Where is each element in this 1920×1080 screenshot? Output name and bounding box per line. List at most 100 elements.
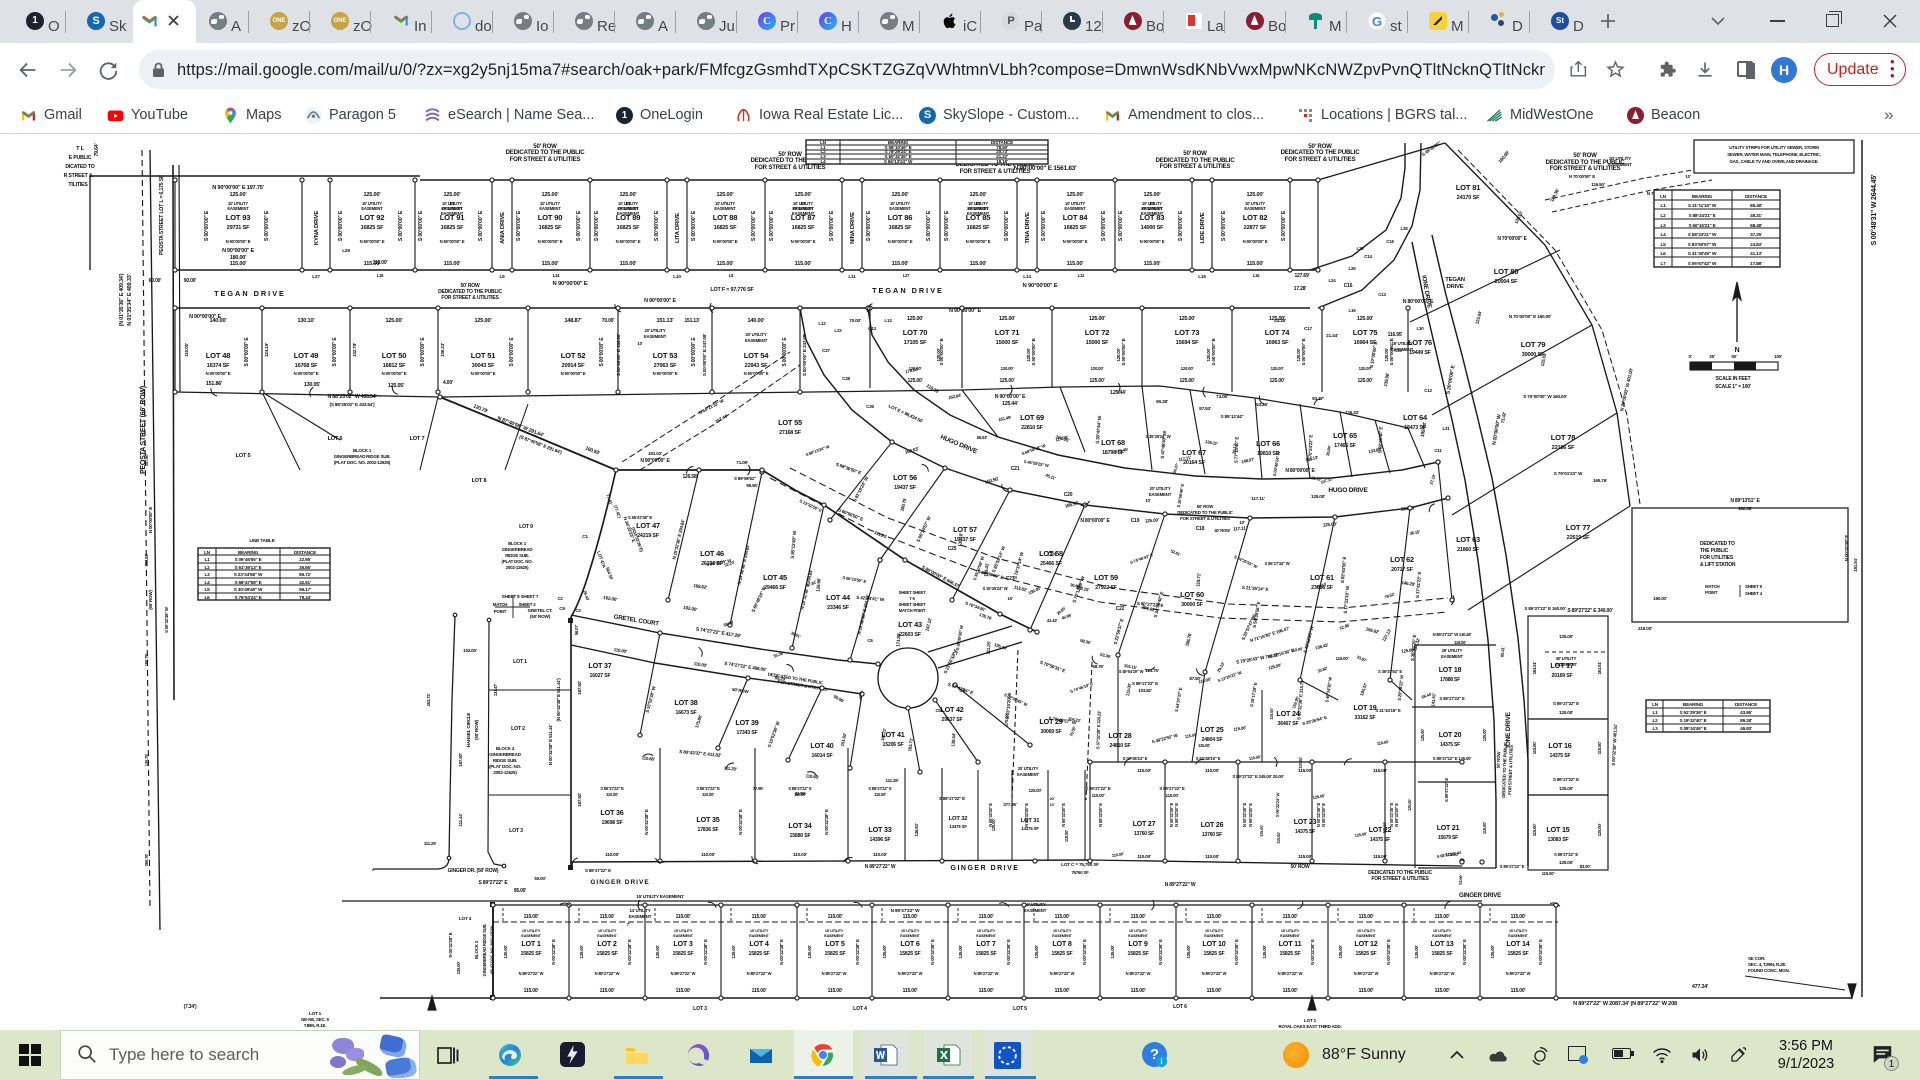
svg-text:LOT 72: LOT 72 — [1085, 328, 1110, 337]
svg-text:S 00°00'00" E: S 00°00'00" E — [1121, 338, 1126, 365]
svg-text:L5: L5 — [1660, 242, 1666, 247]
svg-text:EASEMENT: EASEMENT — [1356, 934, 1376, 938]
svg-text:BEARING: BEARING — [1683, 702, 1704, 707]
svg-text:LOT 33: LOT 33 — [868, 825, 891, 834]
svg-text:115.00': 115.00' — [1298, 854, 1312, 859]
svg-text:LOT 60: LOT 60 — [1180, 590, 1204, 599]
svg-text:S 17°41'23" E: S 17°41'23" E — [1415, 571, 1422, 598]
svg-text:LOT 88: LOT 88 — [713, 213, 738, 222]
svg-text:S 23°34'58" W: S 23°34'58" W — [234, 572, 263, 577]
svg-text:14375 SF: 14375 SF — [1295, 829, 1315, 835]
svg-text:115.00': 115.00' — [1283, 988, 1298, 994]
svg-text:60.41': 60.41' — [1500, 646, 1506, 657]
svg-text:111.25': 111.25' — [985, 641, 991, 655]
svg-text:L5: L5 — [204, 587, 210, 592]
svg-text:27922 SF: 27922 SF — [1095, 585, 1118, 591]
svg-text:110.00': 110.00' — [1166, 793, 1179, 798]
svg-text:180.00': 180.00' — [230, 255, 246, 261]
svg-text:DEDICATED TO THE PUBLIC: DEDICATED TO THE PUBLIC — [1177, 510, 1234, 515]
svg-text:S 89°27'22" E: S 89°27'22" E — [600, 786, 624, 791]
svg-text:SCALE IN FEET: SCALE IN FEET — [1716, 376, 1751, 382]
svg-text:(PLAT DOC. NO. 2002-12625): (PLAT DOC. NO. 2002-12625) — [489, 925, 494, 974]
svg-text:129.22': 129.22' — [1205, 439, 1218, 446]
svg-text:0': 0' — [1688, 354, 1691, 359]
svg-text:125.00': 125.00' — [474, 318, 492, 324]
svg-text:N 90°00'00" E: N 90°00'00" E — [294, 371, 319, 376]
svg-text:S 00°00'00" E: S 00°00'00" E — [866, 210, 872, 241]
svg-text:43.95': 43.95' — [1740, 710, 1752, 715]
svg-text:C2: C2 — [557, 596, 563, 601]
svg-text:10': 10' — [1146, 498, 1151, 503]
svg-text:115.00': 115.00' — [1597, 742, 1602, 755]
svg-text:L3: L3 — [1652, 726, 1658, 731]
svg-text:S 00°00'00" E: S 00°00'00" E — [769, 210, 775, 241]
svg-text:S 89°27'22" E 160.00': S 89°27'22" E 160.00' — [1524, 606, 1565, 611]
svg-text:N 80°00'00" E: N 80°00'00" E — [1080, 518, 1110, 524]
svg-text:LOT 2: LOT 2 — [597, 939, 617, 948]
svg-text:14396 SF: 14396 SF — [870, 837, 891, 843]
svg-text:LIDE DRIVE: LIDE DRIVE — [1200, 212, 1206, 243]
svg-text:15' UTILITY: 15' UTILITY — [1357, 929, 1376, 933]
svg-text:377.95': 377.95' — [1003, 802, 1017, 807]
svg-text:33.82': 33.82' — [1317, 665, 1329, 673]
svg-text:15825 SF: 15825 SF — [1432, 951, 1453, 957]
svg-text:LOT 82: LOT 82 — [1243, 213, 1268, 222]
svg-text:EASEMENT: EASEMENT — [644, 334, 667, 339]
svg-text:C25: C25 — [948, 546, 957, 552]
svg-text:C19: C19 — [1131, 518, 1140, 524]
svg-text:33162 SF: 33162 SF — [1355, 715, 1376, 721]
svg-text:110.00': 110.00' — [1111, 851, 1124, 858]
svg-text:S 70°34'45": S 70°34'45" — [965, 601, 987, 613]
svg-text:10': 10' — [1685, 174, 1690, 179]
svg-text:LOT 2: LOT 2 — [511, 726, 525, 732]
svg-text:93.37': 93.37' — [1312, 396, 1324, 401]
svg-text:S 85°12'44": S 85°12'44" — [1220, 414, 1243, 419]
svg-text:123.64': 123.64' — [1474, 310, 1482, 324]
svg-text:GINGERBREAD RIDGE SUB.: GINGERBREAD RIDGE SUB. — [334, 454, 391, 459]
svg-text:89.28': 89.28' — [1740, 718, 1752, 723]
svg-text:45.95': 45.95' — [1061, 612, 1073, 620]
svg-text:15825 SF: 15825 SF — [749, 951, 770, 957]
svg-text:EASEMENT: EASEMENT — [1024, 908, 1047, 913]
svg-text:N 89°27'22" W: N 89°27'22" W — [1202, 971, 1227, 976]
svg-text:S 00°00'00" E: S 00°00'00" E — [751, 210, 757, 241]
svg-text:175.80': 175.80' — [694, 714, 703, 728]
svg-text:S 00°00'00" E: S 00°00'00" E — [418, 210, 424, 241]
svg-text:HUGO DRIVE: HUGO DRIVE — [939, 434, 979, 456]
svg-text:26.44': 26.44' — [582, 590, 590, 602]
svg-text:LOT F = 97,776 SF: LOT F = 97,776 SF — [710, 287, 754, 293]
svg-text:DICATED TO: DICATED TO — [65, 164, 94, 170]
svg-text:LOT 79: LOT 79 — [1521, 340, 1546, 349]
svg-text:17465 SF: 17465 SF — [1334, 443, 1357, 449]
svg-text:(N 01°35'36" E 409.34'): (N 01°35'36" E 409.34') — [119, 273, 125, 326]
svg-text:111.44': 111.44' — [458, 813, 463, 826]
svg-text:L3: L3 — [204, 572, 210, 577]
svg-text:24.83': 24.83' — [1750, 242, 1762, 247]
svg-text:102.00': 102.00' — [463, 648, 477, 653]
svg-text:115.00': 115.00' — [795, 261, 813, 267]
svg-text:S 89°58'51": S 89°58'51" — [734, 476, 756, 481]
svg-text:LOT 59: LOT 59 — [1094, 573, 1118, 582]
svg-text:(7.34'): (7.34') — [184, 1004, 197, 1010]
svg-text:17836 SF: 17836 SF — [698, 827, 719, 833]
svg-text:115.00': 115.00' — [1359, 988, 1374, 994]
svg-text:135.00': 135.00' — [655, 945, 660, 958]
svg-text:127.69': 127.69' — [1294, 273, 1309, 279]
svg-text:N 00°32'38" E: N 00°32'38" E — [1006, 939, 1011, 965]
svg-text:45.11': 45.11' — [1045, 472, 1057, 480]
svg-text:35.84': 35.84' — [1325, 445, 1332, 456]
svg-text:LOT 48: LOT 48 — [206, 351, 231, 360]
svg-text:87.53': 87.53' — [1199, 406, 1211, 411]
svg-text:187.50': 187.50' — [577, 793, 582, 807]
svg-text:15206 SF: 15206 SF — [883, 742, 904, 748]
svg-text:EASEMENT: EASEMENT — [1149, 492, 1172, 497]
svg-text:2002-12625): 2002-12625) — [493, 770, 517, 775]
svg-text:124.19': 124.19' — [264, 343, 269, 357]
svg-text:S 41°30'49" W: S 41°30'49" W — [1688, 251, 1717, 256]
svg-text:C20: C20 — [1064, 492, 1073, 498]
svg-text:S 80°00'00" E 846.37': S 80°00'00" E 846.37' — [921, 565, 961, 589]
svg-text:EASEMENT: EASEMENT — [1128, 934, 1148, 938]
svg-text:161.49': 161.49' — [998, 415, 1012, 423]
svg-text:S 80°13'24" W: S 80°13'24" W — [805, 444, 831, 457]
svg-text:S 74°27'22" E 488.00': S 74°27'22" E 488.00' — [724, 661, 767, 673]
